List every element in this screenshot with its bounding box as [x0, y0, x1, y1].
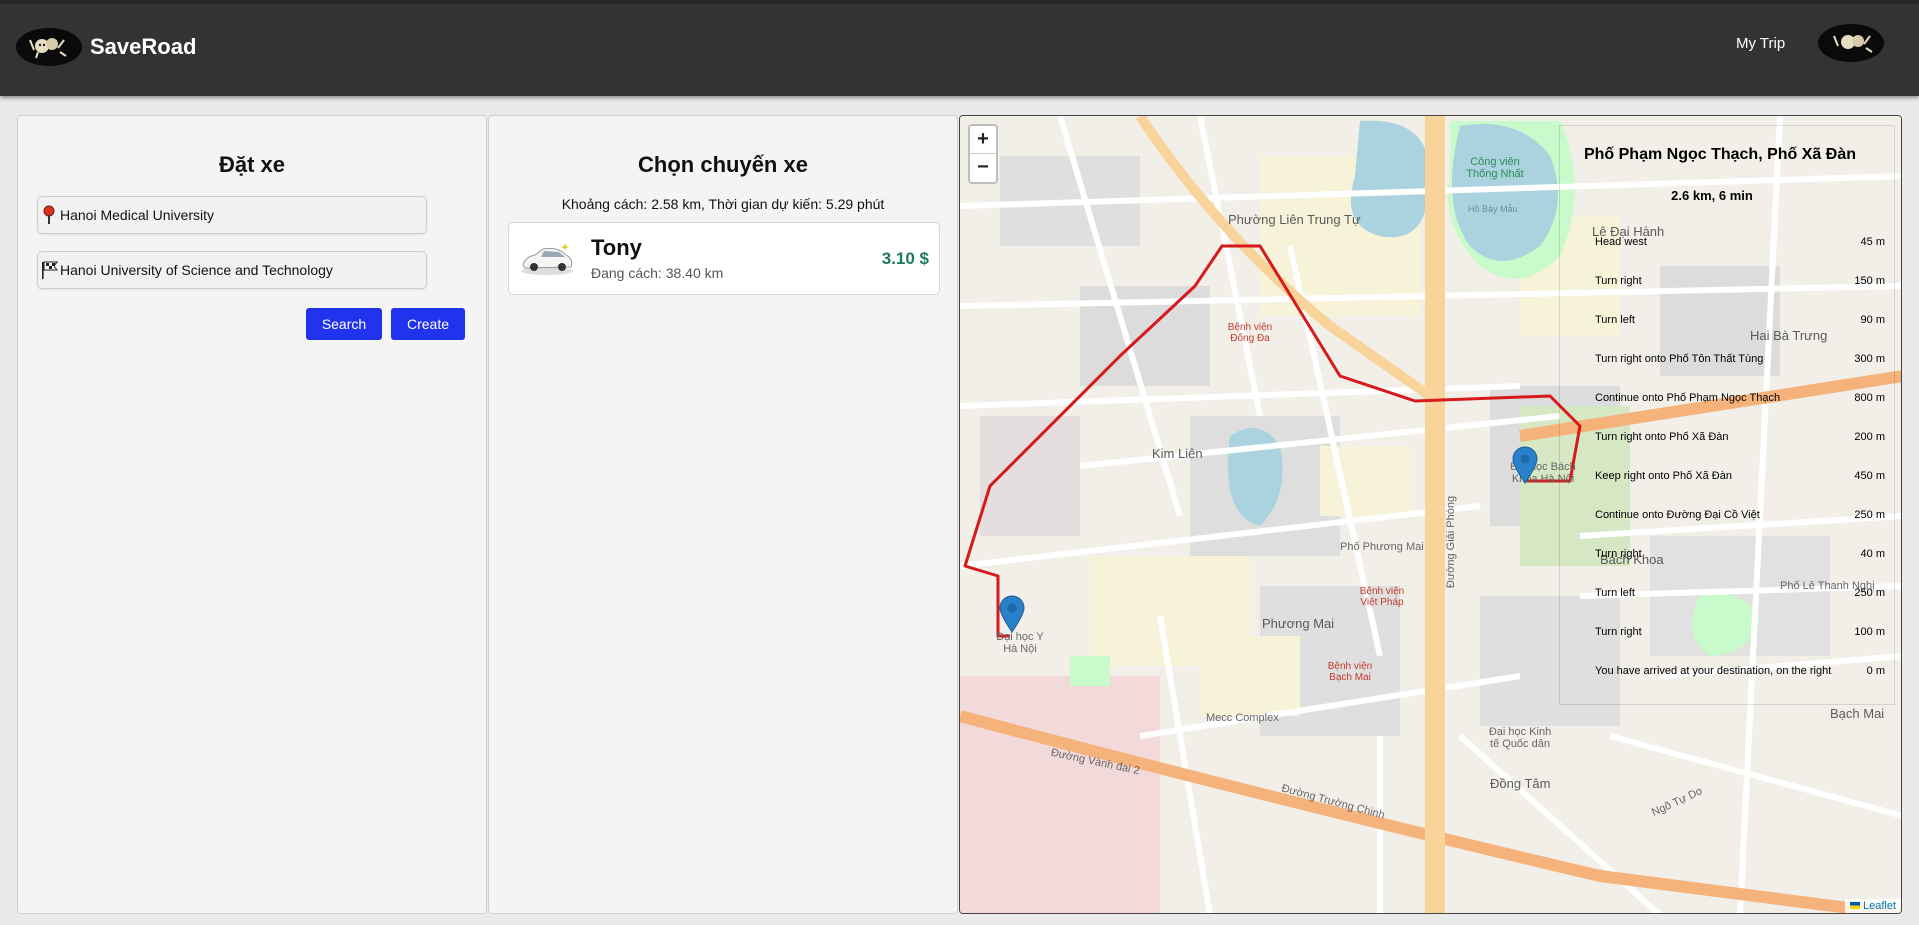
map-label-bach-mai-hospital: Bệnh viện Bạch Mai	[1327, 661, 1373, 683]
booking-title: Đặt xe	[218, 152, 286, 177]
leaflet-attribution[interactable]: Leaflet	[1844, 899, 1901, 913]
zoom-control: + −	[968, 124, 998, 184]
create-button[interactable]: Create	[391, 308, 465, 340]
route-step[interactable]: Continue onto Đường Đại Cồ Việt 250 m	[1595, 509, 1885, 523]
route-step[interactable]: Turn right 150 m	[1595, 275, 1885, 289]
map-label-lien-trung-tu: Phường Liên Trung Tự	[1228, 212, 1361, 227]
route-step[interactable]: Turn right 40 m	[1595, 548, 1885, 562]
flag-icon	[41, 260, 59, 280]
logo[interactable]	[16, 28, 82, 66]
map-label-dong-da-hospital: Bệnh viện Đống Đa	[1227, 322, 1273, 344]
map-label-mecc-complex: Mecc Complex	[1206, 712, 1279, 724]
ride-panel: Chọn chuyến xe Khoảng cách: 2.58 km, Thờ…	[488, 115, 958, 914]
map-label-thong-nhat-park: Công viên Thống Nhất	[1466, 156, 1524, 180]
route-step[interactable]: Head west 45 m	[1595, 236, 1885, 250]
routing-panel: Phố Phạm Ngọc Thạch, Phố Xã Đàn 2.6 km, …	[1559, 125, 1895, 705]
route-step[interactable]: Turn right onto Phố Xã Đàn 200 m	[1595, 431, 1885, 445]
map-label-viet-phap-hospital: Bệnh viện Việt Pháp	[1359, 586, 1405, 608]
destination-field[interactable]	[37, 251, 427, 289]
my-trip-link[interactable]: My Trip	[1736, 35, 1785, 52]
ride-price: 3.10 $	[881, 249, 929, 268]
route-step[interactable]: Keep right onto Phố Xã Đàn 450 m	[1595, 470, 1885, 484]
driver-card[interactable]: Tony Đang cách: 38.40 km 3.10 $	[508, 222, 940, 295]
route-step[interactable]: Turn right onto Phố Tôn Thất Tùng 300 m	[1595, 353, 1885, 367]
top-navbar: SaveRoad My Trip	[0, 0, 1919, 96]
map-label-giai-phong: Đường Giải Phóng	[1445, 495, 1458, 589]
map-label-neu: Đại học Kinh tế Quốc dân	[1488, 726, 1552, 750]
search-button[interactable]: Search	[306, 308, 382, 340]
route-step[interactable]: Turn right 100 m	[1595, 626, 1885, 640]
route-step[interactable]: Turn left 90 m	[1595, 314, 1885, 328]
map-label-bay-mau-lake: Hồ Bảy Mẫu	[1468, 204, 1518, 214]
brand-name[interactable]: SaveRoad	[90, 34, 196, 60]
origin-marker-icon[interactable]	[999, 595, 1025, 633]
origin-input[interactable]	[60, 197, 420, 233]
booking-panel: Đặt xe Search Create	[17, 115, 487, 914]
map-label-hmu: Đại học Y Hà Nội	[996, 631, 1044, 655]
origin-field[interactable]	[37, 196, 427, 234]
map-label-bach-mai: Bạch Mai	[1830, 706, 1885, 721]
map-label-phuong-mai: Phương Mai	[1262, 616, 1335, 631]
pin-icon	[41, 205, 59, 225]
ride-title: Chọn chuyến xe	[638, 152, 808, 177]
distance-summary: Khoảng cách: 2.58 km, Thời gian dự kiến:…	[561, 196, 885, 212]
zoom-out-button[interactable]: −	[970, 154, 996, 182]
map-label-dong-tam: Đồng Tâm	[1490, 776, 1551, 791]
route-title: Phố Phạm Ngọc Thạch, Phố Xã Đàn	[1583, 146, 1856, 163]
map-view[interactable]: Phường Liên Trung Tự Kim Liên Phương Mai…	[959, 115, 1902, 914]
car-icon	[519, 237, 575, 279]
route-summary: 2.6 km, 6 min	[1671, 188, 1753, 203]
avatar[interactable]	[1818, 24, 1884, 62]
route-step[interactable]: Turn left 250 m	[1595, 587, 1885, 601]
driver-name: Tony	[591, 235, 642, 260]
destination-input[interactable]	[60, 252, 420, 288]
map-label-phuong-mai-street: Phố Phương Mai	[1340, 541, 1424, 553]
driver-distance: Đang cách: 38.40 km	[591, 265, 724, 281]
flag-icon	[1849, 902, 1860, 909]
zoom-in-button[interactable]: +	[970, 126, 996, 154]
destination-marker-icon[interactable]	[1512, 446, 1538, 484]
route-step[interactable]: You have arrived at your destination, on…	[1595, 665, 1885, 679]
route-step[interactable]: Continue onto Phố Phạm Ngọc Thạch 800 m	[1595, 392, 1885, 406]
map-label-kim-lien: Kim Liên	[1152, 446, 1203, 461]
